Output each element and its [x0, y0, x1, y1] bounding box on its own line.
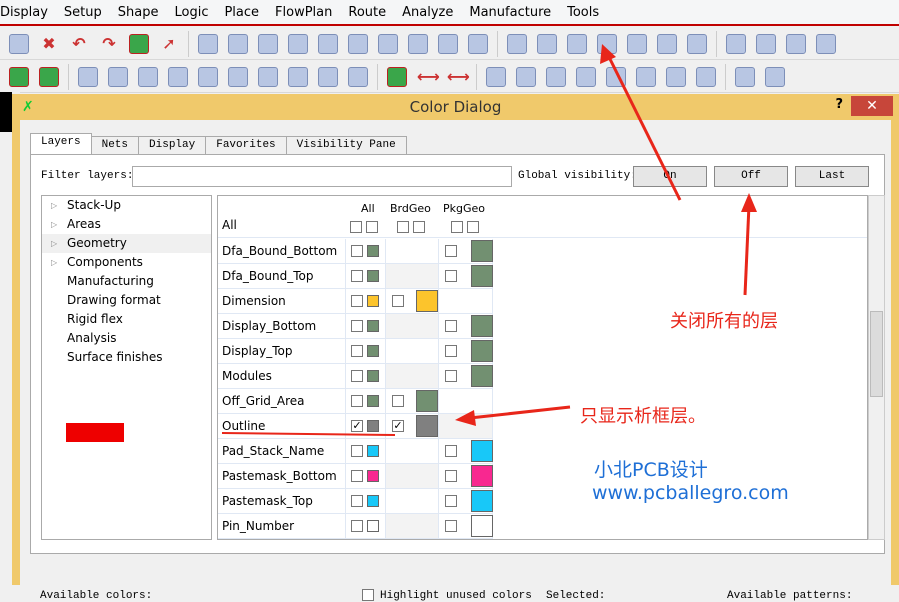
available-colors-label: Available colors: [40, 590, 153, 602]
arrow-to-outline [469, 405, 571, 420]
outline-underline [221, 432, 396, 436]
arrow-head [741, 193, 757, 212]
arrow-to-toolbar [606, 54, 682, 201]
annotation-arrows [221, 44, 757, 436]
highlight-unused-checkbox[interactable] [362, 589, 374, 601]
arrow-head [600, 44, 616, 64]
arrow-to-off [743, 204, 751, 296]
highlight-unused-label: Highlight unused colors [380, 590, 532, 602]
selected-label: Selected: [546, 590, 606, 602]
available-patterns-label: Available patterns: [727, 590, 853, 602]
arrow-head [455, 410, 476, 426]
